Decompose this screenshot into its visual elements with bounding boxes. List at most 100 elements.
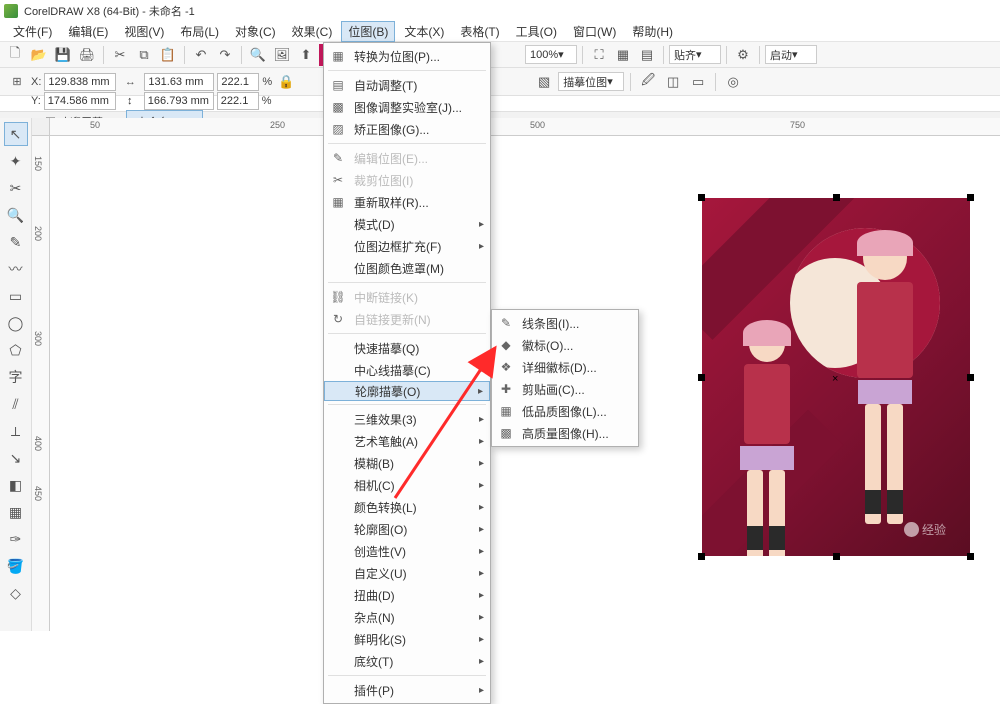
handle-ml[interactable]	[698, 374, 705, 381]
menu-item-4[interactable]: ▨矫正图像(G)...	[324, 118, 490, 140]
menu-item-26[interactable]: 创造性(V)	[324, 540, 490, 562]
menu-object[interactable]: 对象(C)	[228, 21, 283, 42]
submenu-item-3[interactable]: ✚剪贴画(C)...	[492, 378, 638, 400]
menu-item-31[interactable]: 底纹(T)	[324, 650, 490, 672]
options-icon[interactable]: ⚙	[732, 44, 754, 66]
resample-icon[interactable]: ▭	[687, 71, 709, 93]
handle-bm[interactable]	[833, 553, 840, 560]
submenu-item-0[interactable]: ✎线条图(I)...	[492, 312, 638, 334]
trace-bitmap-select[interactable]: 描摹位图 ▾	[558, 72, 624, 91]
menu-view[interactable]: 视图(V)	[117, 21, 171, 42]
lock-icon[interactable]: 🔒	[275, 71, 297, 93]
launch-select[interactable]: 启动 ▾	[765, 45, 817, 64]
tool-rectangle[interactable]: ▭	[4, 284, 28, 308]
grid-icon[interactable]: ▦	[612, 44, 634, 66]
tool-outline[interactable]: ◇	[4, 581, 28, 605]
menu-item-20[interactable]: 三维效果(3)	[324, 408, 490, 430]
submenu-item-2[interactable]: ❖详细徽标(D)...	[492, 356, 638, 378]
handle-tr[interactable]	[967, 194, 974, 201]
tool-dimension[interactable]: ⟂	[4, 419, 28, 443]
search-icon[interactable]: 🔍	[247, 44, 269, 66]
menu-item-29[interactable]: 杂点(N)	[324, 606, 490, 628]
fullscreen-icon[interactable]: ⛶	[588, 44, 610, 66]
tool-transparency[interactable]: ▦	[4, 500, 28, 524]
tool-text[interactable]: 字	[4, 365, 28, 389]
save-icon[interactable]: 💾	[52, 44, 74, 66]
tool-artistic[interactable]: 〰	[4, 257, 28, 281]
tool-shape[interactable]: ✦	[4, 149, 28, 173]
menu-text[interactable]: 文本(X)	[397, 21, 451, 42]
tool-freehand[interactable]: ✎	[4, 230, 28, 254]
menu-item-0[interactable]: ▦转换为位图(P)...	[324, 45, 490, 67]
menu-item-8[interactable]: ▦重新取样(R)...	[324, 191, 490, 213]
guides-icon[interactable]: ▤	[636, 44, 658, 66]
menu-effects[interactable]: 效果(C)	[285, 21, 340, 42]
tool-parallel[interactable]: ⫽	[4, 392, 28, 416]
menu-help[interactable]: 帮助(H)	[625, 21, 680, 42]
crop-icon[interactable]: ◫	[662, 71, 684, 93]
handle-center[interactable]	[832, 373, 841, 382]
sy-field[interactable]: 222.1	[217, 92, 259, 110]
paste-icon[interactable]: 📋	[157, 44, 179, 66]
menu-item-11[interactable]: 位图颜色遮罩(M)	[324, 257, 490, 279]
menu-layout[interactable]: 布局(L)	[173, 21, 226, 42]
tool-fill[interactable]: 🪣	[4, 554, 28, 578]
menu-item-9[interactable]: 模式(D)	[324, 213, 490, 235]
menu-item-33[interactable]: 插件(P)	[324, 679, 490, 701]
x-field[interactable]: 129.838 mm	[44, 73, 116, 91]
y-field[interactable]: 174.586 mm	[44, 92, 116, 110]
cut-icon[interactable]: ✂	[109, 44, 131, 66]
handle-bl[interactable]	[698, 553, 705, 560]
open-icon[interactable]: 📂	[28, 44, 50, 66]
tool-crop[interactable]: ✂	[4, 176, 28, 200]
new-icon[interactable]: 🗋	[4, 44, 26, 66]
menu-item-10[interactable]: 位图边框扩充(F)	[324, 235, 490, 257]
handle-mr[interactable]	[967, 374, 974, 381]
submenu-item-1[interactable]: ◆徽标(O)...	[492, 334, 638, 356]
wrap-icon[interactable]: ◎	[722, 71, 744, 93]
menu-item-18[interactable]: 轮廓描摹(O)	[324, 381, 490, 401]
menu-item-23[interactable]: 相机(C)	[324, 474, 490, 496]
menu-tools[interactable]: 工具(O)	[509, 21, 564, 42]
handle-tl[interactable]	[698, 194, 705, 201]
menu-item-27[interactable]: 自定义(U)	[324, 562, 490, 584]
menu-edit[interactable]: 编辑(E)	[61, 21, 115, 42]
h-field[interactable]: 166.793 mm	[144, 92, 214, 110]
menu-window[interactable]: 窗口(W)	[566, 21, 623, 42]
menu-file[interactable]: 文件(F)	[6, 21, 59, 42]
menu-item-16[interactable]: 快速描摹(Q)	[324, 337, 490, 359]
tool-connector[interactable]: ↘	[4, 446, 28, 470]
submenu-item-4[interactable]: ▦低品质图像(L)...	[492, 400, 638, 422]
menu-item-21[interactable]: 艺术笔触(A)	[324, 430, 490, 452]
menu-table[interactable]: 表格(T)	[453, 21, 506, 42]
tool-polygon[interactable]: ⬠	[4, 338, 28, 362]
tool-zoom[interactable]: 🔍	[4, 203, 28, 227]
tool-ellipse[interactable]: ◯	[4, 311, 28, 335]
tool-dropshadow[interactable]: ◧	[4, 473, 28, 497]
menu-item-3[interactable]: ▩图像调整实验室(J)...	[324, 96, 490, 118]
menu-item-24[interactable]: 颜色转换(L)	[324, 496, 490, 518]
image-icon[interactable]: 🖼	[271, 44, 293, 66]
tool-pick[interactable]: ↖	[4, 122, 28, 146]
menu-bitmap[interactable]: 位图(B)	[341, 21, 395, 42]
print-icon[interactable]: 🖨	[76, 44, 98, 66]
handle-tm[interactable]	[833, 194, 840, 201]
edit-bitmap-icon[interactable]: 🖉	[637, 71, 659, 93]
menu-item-2[interactable]: ▤自动调整(T)	[324, 74, 490, 96]
sx-field[interactable]: 222.1	[217, 73, 259, 91]
menu-item-22[interactable]: 模糊(B)	[324, 452, 490, 474]
zoom-select[interactable]: 100% ▾	[525, 45, 577, 64]
menu-item-30[interactable]: 鲜明化(S)	[324, 628, 490, 650]
submenu-item-5[interactable]: ▩高质量图像(H)...	[492, 422, 638, 444]
copy-icon[interactable]: ⧉	[133, 44, 155, 66]
menu-item-28[interactable]: 扭曲(D)	[324, 584, 490, 606]
handle-br[interactable]	[967, 553, 974, 560]
selected-bitmap[interactable]: 经验	[702, 198, 970, 556]
tool-eyedropper[interactable]: ✑	[4, 527, 28, 551]
menu-item-25[interactable]: 轮廓图(O)	[324, 518, 490, 540]
export-icon[interactable]: ⬆	[295, 44, 317, 66]
w-field[interactable]: 131.63 mm	[144, 73, 214, 91]
redo-icon[interactable]: ↷	[214, 44, 236, 66]
snap-select[interactable]: 贴齐 ▾	[669, 45, 721, 64]
undo-icon[interactable]: ↶	[190, 44, 212, 66]
